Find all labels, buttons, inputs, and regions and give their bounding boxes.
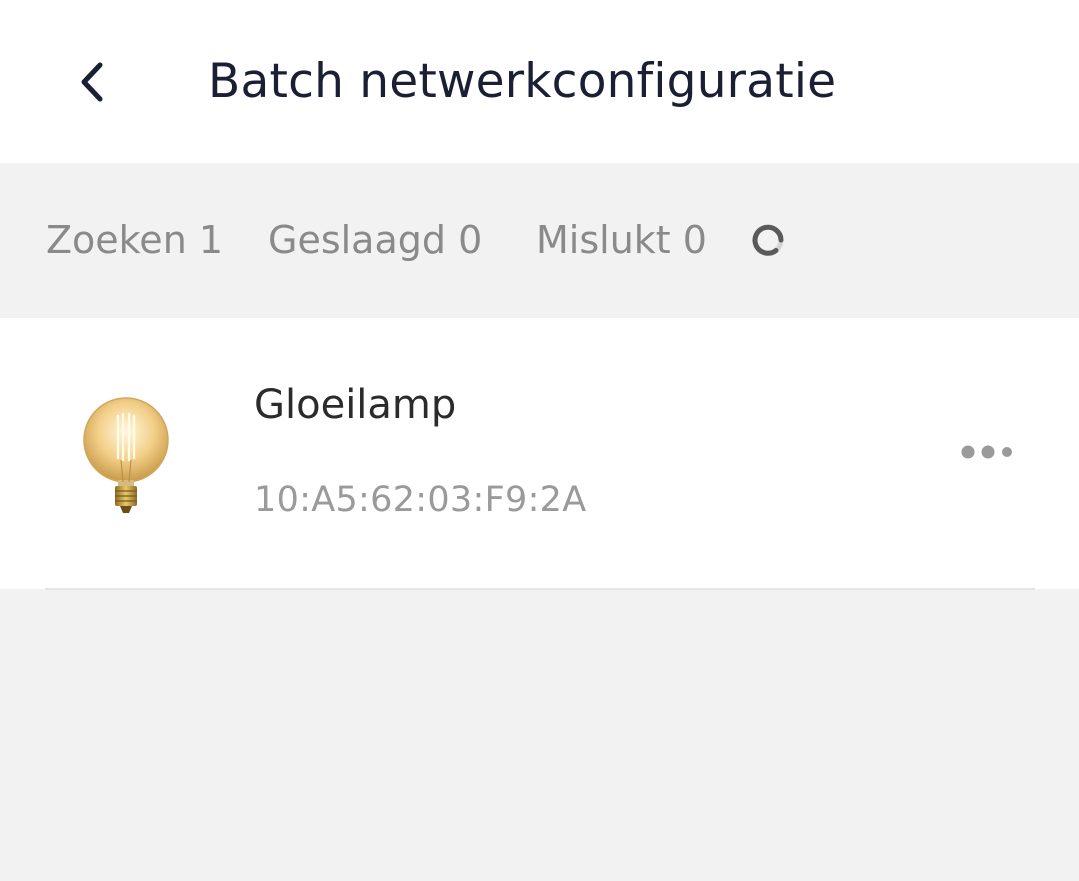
status-bar: Zoeken 1 Geslaagd 0 Mislukt 0 <box>0 163 1079 318</box>
page-title: Batch netwerkconfiguratie <box>208 54 837 109</box>
more-options-button[interactable] <box>950 432 1030 472</box>
list-divider <box>45 588 1035 590</box>
more-dots-icon <box>961 445 1012 459</box>
back-button[interactable] <box>62 52 122 112</box>
searching-count: Zoeken 1 <box>46 218 224 262</box>
device-mac-address: 10:A5:62:03:F9:2A <box>254 480 587 520</box>
app-header: Batch netwerkconfiguratie <box>0 0 1079 163</box>
device-name: Gloeilamp <box>254 382 457 428</box>
spinner-icon <box>752 224 784 256</box>
chevron-left-icon <box>81 62 103 102</box>
light-bulb-icon <box>83 397 169 513</box>
device-list-item[interactable]: Gloeilamp 10:A5:62:03:F9:2A <box>0 318 1079 589</box>
succeeded-count: Geslaagd 0 <box>268 218 483 262</box>
failed-count: Mislukt 0 <box>536 218 707 262</box>
